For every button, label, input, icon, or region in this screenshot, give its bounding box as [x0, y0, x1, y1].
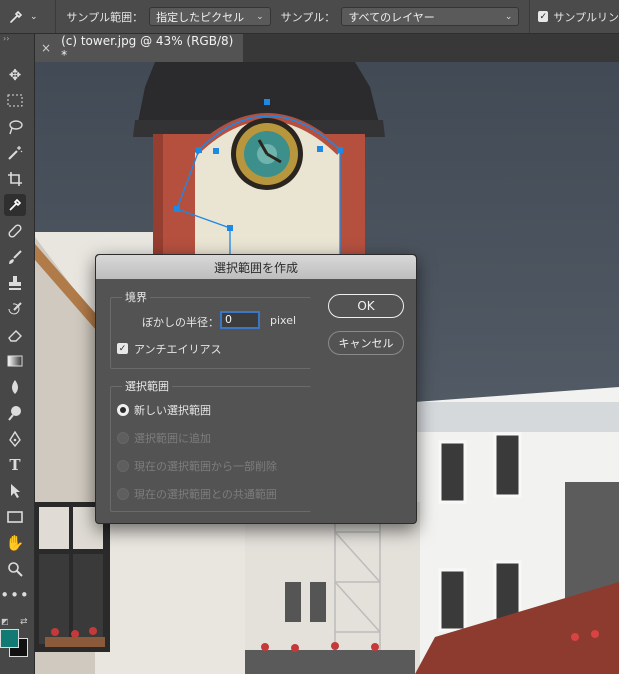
- pen-tool-icon[interactable]: [4, 428, 26, 450]
- chevron-down-icon: ⌄: [30, 11, 38, 22]
- chevron-down-icon: ⌄: [256, 11, 264, 22]
- intersect-selection-radio: [117, 488, 129, 500]
- feather-group: [110, 297, 311, 369]
- add-to-selection-radio: [117, 432, 129, 444]
- crop-tool-icon[interactable]: [4, 168, 26, 190]
- feather-radius-input[interactable]: 0: [220, 311, 260, 329]
- ok-button[interactable]: OK: [328, 294, 404, 318]
- document-tab[interactable]: × (c) tower.jpg @ 43% (RGB/8) *: [35, 34, 243, 62]
- marquee-tool-icon[interactable]: [4, 90, 26, 112]
- subtract-from-selection-radio: [117, 460, 129, 472]
- antialias-checkbox[interactable]: ✓: [117, 343, 128, 354]
- chevron-down-icon: ⌄: [504, 11, 513, 22]
- default-colors-icon[interactable]: ◩: [1, 617, 9, 626]
- make-selection-dialog: 選択範囲を作成 境界 ぼかしの半径： 0 pixel ✓ アンチエイリアス 選択…: [95, 254, 417, 524]
- type-tool-icon[interactable]: T: [4, 454, 26, 476]
- hand-tool-icon[interactable]: ✋: [4, 532, 26, 554]
- collapse-panel-icon[interactable]: ››: [3, 34, 9, 43]
- subtract-from-selection-label: 現在の選択範囲から一部削除: [134, 460, 277, 473]
- document-tab-title: (c) tower.jpg @ 43% (RGB/8) *: [61, 34, 234, 62]
- rectangle-tool-icon[interactable]: [4, 506, 26, 528]
- feather-radius-label: ぼかしの半径：: [142, 316, 219, 329]
- options-bar: ⌄ サンプル範囲： 指定したピクセル ⌄ サンプル： すべてのレイヤー ⌄ ✓ …: [0, 0, 619, 34]
- intersect-selection-label: 現在の選択範囲との共通範囲: [134, 488, 277, 501]
- add-to-selection-label: 選択範囲に追加: [134, 432, 211, 445]
- magic-wand-icon[interactable]: [4, 142, 26, 164]
- show-sampling-ring-label: サンプルリン: [553, 10, 619, 24]
- new-selection-radio[interactable]: [117, 404, 129, 416]
- foreground-color-swatch[interactable]: [0, 629, 19, 648]
- sample-label: サンプル：: [280, 10, 336, 24]
- sample-size-value: 指定したピクセル: [156, 10, 245, 24]
- eyedropper-tool-icon[interactable]: [4, 194, 26, 216]
- new-selection-label: 新しい選択範囲: [134, 404, 211, 417]
- antialias-label: アンチエイリアス: [134, 343, 222, 356]
- more-tools-icon[interactable]: •••: [0, 584, 29, 606]
- feather-unit: pixel: [270, 314, 297, 327]
- gradient-tool-icon[interactable]: [4, 350, 26, 372]
- eraser-tool-icon[interactable]: [4, 324, 26, 346]
- eyedropper-icon: [10, 10, 23, 23]
- zoom-tool-icon[interactable]: [4, 558, 26, 580]
- move-tool-icon[interactable]: ✥: [4, 64, 26, 86]
- sample-layers-value: すべてのレイヤー: [348, 10, 435, 24]
- swap-colors-icon[interactable]: ⇄: [20, 617, 28, 627]
- sample-layers-dropdown[interactable]: すべてのレイヤー ⌄: [341, 7, 520, 26]
- sample-size-label: サンプル範囲：: [66, 10, 144, 24]
- cancel-button[interactable]: キャンセル: [328, 331, 404, 355]
- lasso-tool-icon[interactable]: [4, 116, 26, 138]
- operation-group-title: 選択範囲: [122, 378, 172, 394]
- path-selection-icon[interactable]: [4, 480, 26, 502]
- feather-group-title: 境界: [122, 289, 150, 305]
- divider: [529, 0, 531, 33]
- healing-brush-icon[interactable]: [4, 220, 26, 242]
- dodge-tool-icon[interactable]: [4, 402, 26, 424]
- tool-preset-picker[interactable]: ⌄: [0, 0, 57, 33]
- tools-panel: ›› ✥ T ✋ ••• ⇄ ◩: [0, 34, 35, 674]
- document-tab-bar: × (c) tower.jpg @ 43% (RGB/8) *: [35, 34, 619, 62]
- history-brush-icon[interactable]: [4, 298, 26, 320]
- show-sampling-ring-checkbox[interactable]: ✓: [538, 11, 549, 22]
- clone-stamp-icon[interactable]: [4, 272, 26, 294]
- blur-tool-icon[interactable]: [4, 376, 26, 398]
- close-icon[interactable]: ×: [41, 41, 51, 55]
- sample-size-dropdown[interactable]: 指定したピクセル ⌄: [149, 7, 271, 26]
- dialog-title: 選択範囲を作成: [96, 255, 416, 279]
- brush-tool-icon[interactable]: [4, 246, 26, 268]
